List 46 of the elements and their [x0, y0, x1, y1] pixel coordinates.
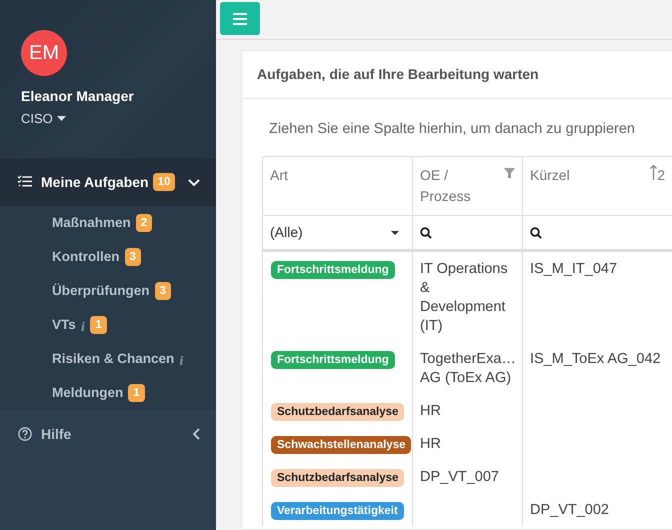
submenu-item[interactable]: Überprüfungen	[52, 280, 150, 302]
table-cell: TogetherExa… AG (ToEx AG)	[420, 351, 516, 386]
table-cell: IS_M_ToEx AG_042	[530, 351, 661, 367]
submenu-item[interactable]: VTs	[52, 314, 76, 336]
checklist-icon	[17, 175, 33, 189]
type-tag: Schwachstellenanalyse	[271, 436, 412, 454]
count-badge: 1	[90, 316, 107, 334]
count-badge: 3	[154, 282, 171, 300]
count-badge: 3	[124, 248, 141, 266]
menu-icon	[233, 12, 247, 24]
caret-icon	[56, 116, 66, 122]
table-cell: DP_VT_002	[530, 502, 609, 518]
table-cell: DP_VT_007	[420, 469, 499, 485]
type-tag: Schutzbedarfsanalyse	[271, 403, 404, 421]
submenu-item[interactable]: Kontrollen	[52, 246, 120, 268]
group-panel-hint: Ziehen Sie eine Spalte hierhin, um danach zu gruppieren	[269, 121, 635, 137]
column-header[interactable]: Kürzel	[530, 165, 570, 186]
table-cell: HR	[420, 403, 441, 419]
info-mark: i	[179, 353, 184, 370]
table-cell: IT Operations & Development (IT)	[420, 261, 508, 334]
type-tag: Verarbeitungstätigkeit	[271, 502, 404, 520]
submenu-item[interactable]: Risiken & Chancen	[52, 348, 174, 370]
search-icon[interactable]	[420, 227, 432, 240]
sort-ascending-icon	[650, 165, 658, 180]
type-tag: Fortschrittsmeldung	[271, 351, 395, 369]
info-mark: i	[80, 319, 86, 336]
table-cell: HR	[420, 436, 441, 452]
count-badge: 10	[152, 173, 176, 191]
type-tag: Fortschrittsmeldung	[271, 261, 395, 279]
avatar: EM	[21, 30, 67, 76]
caret-icon	[391, 230, 399, 234]
column-header[interactable]: Art	[270, 165, 288, 186]
card-title: Aufgaben, die auf Ihre Bearbeitung warten	[257, 65, 539, 84]
sort-order: 2	[657, 166, 665, 185]
table-cell: IS_M_IT_047	[530, 261, 618, 277]
menu-item[interactable]: Meine Aufgaben 10	[0, 158, 216, 206]
help-icon	[17, 427, 33, 441]
search-icon[interactable]	[530, 227, 542, 240]
type-tag: Schutzbedarfsanalyse	[271, 469, 404, 487]
count-badge: 2	[136, 214, 152, 232]
count-badge: 1	[128, 384, 145, 402]
submenu-item[interactable]: Meldungen	[52, 382, 124, 404]
submenu-item[interactable]: Maßnahmen	[52, 212, 131, 234]
menu-item[interactable]: Hilfe	[0, 410, 216, 458]
user-name: Eleanor Manager	[21, 87, 134, 106]
role-dropdown[interactable]: CISO	[21, 109, 66, 128]
